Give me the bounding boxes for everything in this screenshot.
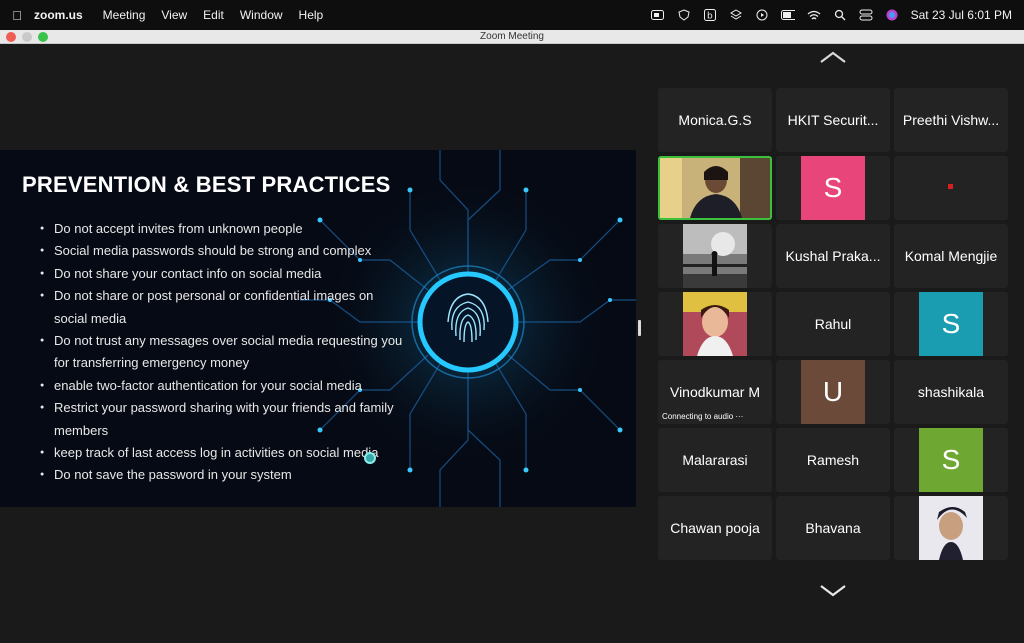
menu-app-name[interactable]: zoom.us [34, 8, 83, 22]
silhouette-photo [683, 224, 747, 288]
active-speaker-video-tile[interactable] [658, 156, 772, 220]
participant-tile[interactable]: Malararasi [658, 428, 772, 492]
slide-bullet: Do not save the password in your system [40, 464, 410, 487]
search-icon[interactable] [833, 9, 847, 21]
speaker-video-feed [660, 158, 770, 218]
slide-bullet: keep track of last access log in activit… [40, 442, 410, 465]
participant-indicator [948, 184, 953, 189]
participant-name: shashikala [917, 384, 985, 400]
participant-avatar: S [919, 292, 983, 356]
slide-bullet: Do not accept invites from unknown peopl… [40, 218, 410, 241]
participant-tile[interactable]: shashikala [894, 360, 1008, 424]
woman-photo [683, 292, 747, 356]
participant-name: Kushal Praka... [785, 248, 881, 264]
participant-tile[interactable]: Vinodkumar M Connecting to audio ··· [658, 360, 772, 424]
control-center-icon[interactable] [859, 9, 873, 21]
man-photo [919, 496, 983, 560]
participant-tile[interactable]: Bhavana [776, 496, 890, 560]
slide-bullet: Do not share or post personal or confide… [40, 285, 410, 330]
menu-meeting[interactable]: Meeting [103, 8, 146, 22]
participant-tile[interactable]: Kushal Praka... [776, 224, 890, 288]
slide-bullet: Social media passwords should be strong … [40, 240, 410, 263]
vpn-shield-icon[interactable] [677, 9, 691, 21]
participant-name: HKIT Securit... [787, 112, 879, 128]
play-icon[interactable] [755, 9, 769, 21]
participant-name: Malararasi [682, 452, 748, 468]
slide-bullet: Restrict your password sharing with your… [40, 397, 410, 442]
participant-tile[interactable]: S [776, 156, 890, 220]
participant-name: Rahul [814, 316, 852, 332]
menu-help[interactable]: Help [299, 8, 324, 22]
slide-title: PREVENTION & BEST PRACTICES [22, 172, 391, 197]
app-b-icon[interactable]: b [703, 9, 717, 21]
slide-bullet-list: Do not accept invites from unknown peopl… [40, 218, 410, 487]
split-view-divider-handle[interactable] [638, 320, 641, 336]
wifi-icon[interactable] [807, 9, 821, 21]
siri-icon[interactable] [885, 9, 899, 21]
slide-bullet: Do not share your contact info on social… [40, 263, 410, 286]
menu-view[interactable]: View [161, 8, 187, 22]
participant-avatar: S [801, 156, 865, 220]
menu-edit[interactable]: Edit [203, 8, 224, 22]
participant-avatar: U [801, 360, 865, 424]
participant-tile[interactable] [658, 292, 772, 356]
window-title-bar: Zoom Meeting [0, 30, 1024, 44]
slide-bullet: enable two-factor authentication for you… [40, 375, 410, 398]
shared-slide: PREVENTION & BEST PRACTICES Do not accep… [0, 150, 636, 507]
svg-text:b: b [707, 12, 713, 22]
participant-name: Preethi Vishw... [902, 112, 1000, 128]
battery-icon[interactable] [780, 9, 795, 21]
menu-window[interactable]: Window [240, 8, 283, 22]
participant-tile[interactable]: Rahul [776, 292, 890, 356]
layers-icon[interactable] [729, 9, 743, 21]
participant-name: Chawan pooja [670, 520, 760, 536]
participant-tile[interactable]: S [894, 292, 1008, 356]
slide-bullet: Do not trust any messages over social me… [40, 330, 410, 375]
menu-bar:  zoom.us Meeting View Edit Window Help … [0, 0, 1024, 30]
participant-tile[interactable] [894, 496, 1008, 560]
participant-tile[interactable]: Komal Mengjie [894, 224, 1008, 288]
participant-name: Komal Mengjie [904, 248, 998, 264]
gallery-scroll-up-icon[interactable] [818, 50, 848, 64]
apple-icon[interactable]:  [0, 8, 34, 23]
participant-name: Bhavana [805, 520, 861, 536]
participant-tile[interactable] [658, 224, 772, 288]
participant-name: Ramesh [806, 452, 860, 468]
pointer-cursor-icon [364, 452, 376, 464]
participant-tile[interactable] [894, 156, 1008, 220]
participant-tile[interactable]: Ramesh [776, 428, 890, 492]
participant-tile[interactable]: HKIT Securit... [776, 88, 890, 152]
participant-tile[interactable]: Chawan pooja [658, 496, 772, 560]
participant-tile[interactable]: U [776, 360, 890, 424]
gallery-scroll-down-icon[interactable] [818, 584, 848, 598]
participant-tile[interactable]: Monica.G.S [658, 88, 772, 152]
zoom-status-icon[interactable] [651, 9, 665, 21]
window-title: Zoom Meeting [480, 31, 544, 42]
audio-connecting-status: Connecting to audio ··· [662, 412, 744, 421]
participant-tile[interactable]: Preethi Vishw... [894, 88, 1008, 152]
participant-name: Monica.G.S [678, 112, 752, 128]
meeting-stage: PREVENTION & BEST PRACTICES Do not accep… [0, 44, 1024, 643]
participant-tile[interactable]: S [894, 428, 1008, 492]
participant-avatar: S [919, 428, 983, 492]
menubar-clock[interactable]: Sat 23 Jul 6:01 PM [911, 8, 1012, 22]
